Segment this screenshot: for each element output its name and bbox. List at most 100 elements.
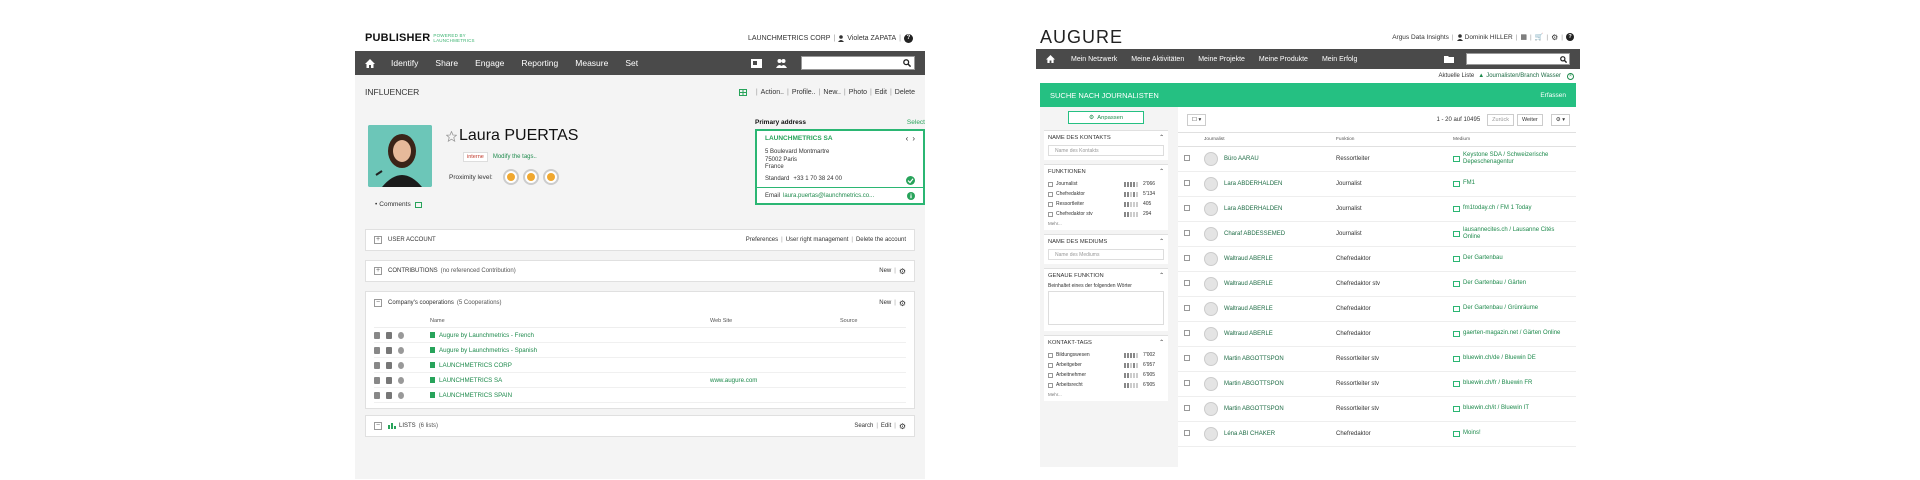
phone-number[interactable]: +33 1 70 38 24 00 (793, 176, 842, 184)
edit-icon[interactable] (386, 331, 392, 339)
journalist-name[interactable]: Waltraud ABERLE (1224, 306, 1273, 312)
table-row[interactable]: Lara ABDERHALDEN Journalist FM1 (1178, 172, 1576, 197)
medium-link[interactable]: bluewin.ch/de / Bluewin DE (1463, 355, 1536, 363)
contributions-section[interactable]: + CONTRIBUTIONS (no referenced Contribut… (365, 260, 915, 282)
journalist-name[interactable]: Charaf ABDESSEMED (1224, 231, 1285, 237)
row-checkbox[interactable] (1184, 405, 1190, 411)
expand-icon[interactable]: + (374, 267, 382, 275)
create-link[interactable]: Erfassen (1540, 92, 1566, 99)
row-checkbox[interactable] (1184, 330, 1190, 336)
checkbox[interactable] (1048, 181, 1053, 187)
nav-success[interactable]: Mein Erfolg (1322, 56, 1357, 63)
favorite-star-icon[interactable] (446, 131, 457, 142)
org-name[interactable]: Argus Data Insights (1392, 34, 1449, 41)
folder-icon[interactable] (1444, 55, 1454, 63)
gear-icon[interactable]: ⚙ (899, 299, 906, 308)
cooperation-row[interactable]: Augure by Launchmetrics - French (374, 328, 906, 343)
comment-add-icon[interactable] (414, 201, 422, 208)
nav-identify[interactable]: Identify (391, 58, 418, 68)
medium-link[interactable]: lausannecites.ch / Lausanne Cités Online (1463, 227, 1572, 242)
table-row[interactable]: Waltraud ABERLE Chefredaktor gaerten-mag… (1178, 322, 1576, 347)
grid-icon[interactable] (738, 88, 747, 96)
current-list-link[interactable]: Journalisten/Branch Wasser (1486, 73, 1561, 79)
new-menu[interactable]: New.. (823, 89, 841, 96)
row-checkbox[interactable] (1184, 355, 1190, 361)
table-row[interactable]: Léna ABI CHAKER Chefredaktor Moins! (1178, 422, 1576, 447)
nav-share[interactable]: Share (435, 58, 458, 68)
col-source[interactable]: Source (840, 318, 857, 324)
cooperation-name[interactable]: Augure by Launchmetrics - Spanish (439, 347, 537, 354)
zoom-icon[interactable] (398, 391, 404, 399)
checkbox[interactable] (1048, 211, 1053, 217)
filter-checkbox-item[interactable]: Chefredaktor 5'134 (1048, 189, 1164, 199)
nav-activities[interactable]: Meine Aktivitäten (1131, 56, 1184, 63)
augure-logo[interactable]: AUGURE (1040, 27, 1123, 48)
edit-icon[interactable] (386, 376, 392, 384)
delete-icon[interactable] (374, 361, 380, 369)
lists-search-link[interactable]: Search (854, 423, 873, 429)
filter-checkbox-item[interactable]: Ressortleiter 405 (1048, 199, 1164, 209)
close-icon[interactable]: × (1567, 72, 1574, 80)
row-checkbox[interactable] (1184, 205, 1190, 211)
action-menu[interactable]: Action.. (761, 89, 784, 96)
medium-link[interactable]: fm1today.ch / FM 1 Today (1463, 205, 1531, 213)
more-link[interactable]: Mehr... (1048, 221, 1164, 226)
gear-icon[interactable]: ⚙ (899, 422, 906, 431)
contact-name-input[interactable]: Name des Kontakts (1048, 145, 1164, 156)
cooperation-name[interactable]: Augure by Launchmetrics - French (439, 332, 534, 339)
address-company[interactable]: LAUNCHMETRICS SA (765, 135, 833, 142)
proximity-dot-1[interactable] (502, 169, 519, 185)
journalist-name[interactable]: Waltraud ABERLE (1224, 281, 1273, 287)
journalist-name[interactable]: Martin ABGOTTSPON (1224, 406, 1284, 412)
col-medium[interactable]: Medium (1453, 136, 1576, 144)
table-row[interactable]: Martin ABGOTTSPON Ressortleiter stv blue… (1178, 372, 1576, 397)
table-row[interactable]: Martin ABGOTTSPON Ressortleiter stv blue… (1178, 347, 1576, 372)
new-contribution-link[interactable]: New (879, 268, 891, 274)
journalist-name[interactable]: Martin ABGOTTSPON (1224, 356, 1284, 362)
help-icon[interactable]: ? (1566, 33, 1574, 41)
delete-icon[interactable] (374, 346, 380, 354)
filter-checkbox-item[interactable]: Bildungswesen 7'002 (1048, 350, 1164, 360)
group-icon[interactable] (776, 58, 787, 68)
journalist-name[interactable]: Büro AARAU (1224, 156, 1259, 162)
home-icon[interactable] (1046, 55, 1055, 63)
journalist-name[interactable]: Waltraud ABERLE (1224, 331, 1273, 337)
table-row[interactable]: Charaf ABDESSEMED Journalist lausannecit… (1178, 222, 1576, 247)
col-name[interactable]: Name (430, 318, 710, 324)
filter-checkbox-item[interactable]: Journalist 2'066 (1048, 179, 1164, 189)
journalist-name[interactable]: Waltraud ABERLE (1224, 256, 1273, 262)
filter-checkbox-item[interactable]: Arbeitsrecht 6'905 (1048, 380, 1164, 390)
row-checkbox[interactable] (1184, 230, 1190, 236)
comments-toggle[interactable]: • Comments (375, 201, 422, 208)
gear-icon[interactable]: ⚙ (899, 267, 906, 276)
photo-button[interactable]: Photo (849, 89, 867, 96)
lists-section[interactable]: − LISTS (6 lists) Search | Edit | ⚙ (365, 415, 915, 437)
col-website[interactable]: Web Site (710, 318, 840, 324)
checkbox[interactable] (1048, 191, 1053, 197)
prev-button[interactable]: Zurück (1487, 113, 1514, 126)
edit-icon[interactable] (386, 346, 392, 354)
settings-dropdown[interactable]: ⚙ ▾ (1550, 113, 1570, 126)
help-icon[interactable]: ? (904, 33, 913, 43)
preferences-link[interactable]: Preferences (746, 237, 778, 243)
row-checkbox[interactable] (1184, 380, 1190, 386)
home-icon[interactable] (365, 58, 375, 68)
collapse-icon[interactable]: − (374, 299, 382, 307)
chevron-up-icon[interactable]: ⌃ (1159, 169, 1164, 175)
journalist-name[interactable]: Lara ABDERHALDEN (1224, 206, 1282, 212)
row-checkbox[interactable] (1184, 305, 1190, 311)
col-journalist[interactable]: Journalist (1204, 137, 1336, 142)
delete-icon[interactable] (374, 391, 380, 399)
cooperation-name[interactable]: LAUNCHMETRICS CORP (439, 362, 512, 369)
delete-icon[interactable] (374, 331, 380, 339)
checkbox[interactable] (1048, 352, 1053, 358)
nav-reporting[interactable]: Reporting (521, 58, 558, 68)
journalist-name[interactable]: Lara ABDERHALDEN (1224, 181, 1282, 187)
publisher-logo[interactable]: PUBLISHER POWERED BY LAUNCHMETRICS (365, 32, 475, 44)
medium-name-input[interactable]: Name des Mediums (1048, 249, 1164, 260)
company-name[interactable]: LAUNCHMETRICS CORP (748, 35, 830, 42)
publisher-search-input[interactable] (801, 56, 915, 70)
nav-projects[interactable]: Meine Projekte (1198, 56, 1245, 63)
email-link[interactable]: laura.puertas@launchmetrics.co... (783, 193, 874, 199)
row-checkbox[interactable] (1184, 155, 1190, 161)
